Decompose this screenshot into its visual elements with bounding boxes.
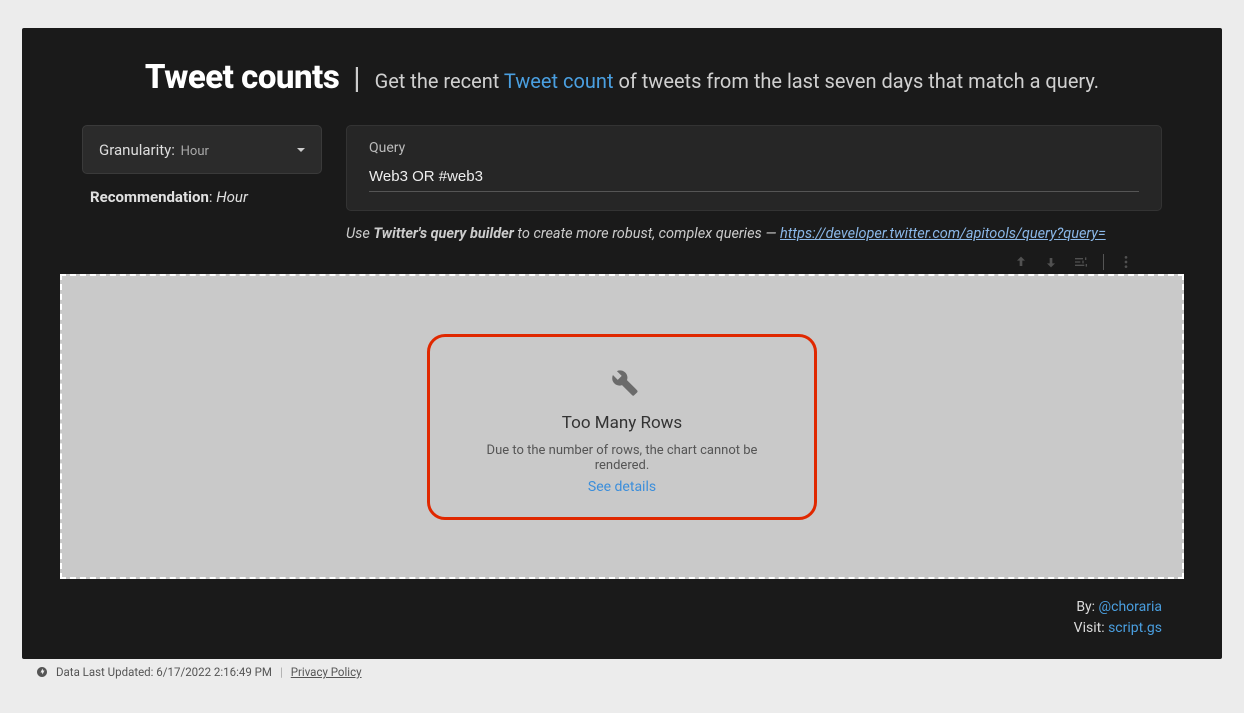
last-updated-text: Data Last Updated: 6/17/2022 2:16:49 PM <box>56 665 272 679</box>
granularity-dropdown[interactable]: Granularity: Hour <box>82 125 322 174</box>
query-builder-link[interactable]: https://developer.twitter.com/apitools/q… <box>780 225 1106 242</box>
see-details-link[interactable]: See details <box>480 479 764 495</box>
subtitle-pre: Get the recent <box>375 69 504 93</box>
footer-visit-label: Visit: <box>1074 620 1108 636</box>
status-separator: | <box>280 665 283 679</box>
chart-error-title: Too Many Rows <box>480 413 764 433</box>
status-bar: Data Last Updated: 6/17/2022 2:16:49 PM … <box>22 659 1222 679</box>
hint-pre: Use <box>346 225 373 242</box>
recommendation-text: Recommendation: Hour <box>82 188 322 206</box>
granularity-label: Granularity <box>99 141 171 159</box>
hint-bold: Twitter's query builder <box>373 225 513 242</box>
recommendation-label: Recommendation <box>90 188 209 206</box>
hint-mid: to create more robust, complex queries — <box>514 225 780 242</box>
left-column: Granularity: Hour Recommendation: Hour <box>82 125 322 206</box>
visit-link[interactable]: script.gs <box>1108 620 1162 636</box>
toolbar-separator <box>1103 254 1104 270</box>
subtitle-post: of tweets from the last seven days that … <box>613 69 1099 93</box>
controls-row: Granularity: Hour Recommendation: Hour Q… <box>82 125 1162 211</box>
chevron-down-icon <box>297 148 305 152</box>
footer-by: By: @choraria <box>82 597 1162 618</box>
tweet-count-link[interactable]: Tweet count <box>504 69 614 93</box>
settings-sliders-icon[interactable] <box>1073 254 1089 270</box>
query-input[interactable] <box>369 164 1139 192</box>
footer-visit: Visit: script.gs <box>82 618 1162 639</box>
chart-toolbar <box>82 252 1162 274</box>
more-vertical-icon[interactable] <box>1118 254 1134 270</box>
arrow-down-icon[interactable] <box>1043 254 1059 270</box>
page-subtitle: Get the recent Tweet count of tweets fro… <box>375 69 1100 93</box>
page-title: Tweet counts <box>145 58 339 97</box>
arrow-up-icon[interactable] <box>1013 254 1029 270</box>
query-label: Query <box>369 140 1139 156</box>
wrench-icon <box>605 363 639 397</box>
chart-error-message: Due to the number of rows, the chart can… <box>480 443 764 473</box>
app-panel: Tweet counts | Get the recent Tweet coun… <box>22 28 1222 659</box>
query-card: Query <box>346 125 1162 211</box>
granularity-label-wrap: Granularity: Hour <box>99 140 209 159</box>
footer: By: @choraria Visit: script.gs <box>82 597 1162 639</box>
author-link[interactable]: @choraria <box>1099 599 1162 615</box>
bolt-icon <box>36 666 48 678</box>
query-hint: Use Twitter's query builder to create mo… <box>82 225 1162 242</box>
recommendation-value: Hour <box>216 188 248 206</box>
footer-by-label: By: <box>1076 599 1098 615</box>
title-separator: | <box>353 61 360 96</box>
chart-error-box: Too Many Rows Due to the number of rows,… <box>427 334 817 520</box>
granularity-value: Hour <box>181 144 209 159</box>
chart-area: Too Many Rows Due to the number of rows,… <box>60 274 1184 579</box>
privacy-policy-link[interactable]: Privacy Policy <box>291 665 362 679</box>
header: Tweet counts | Get the recent Tweet coun… <box>82 58 1162 97</box>
